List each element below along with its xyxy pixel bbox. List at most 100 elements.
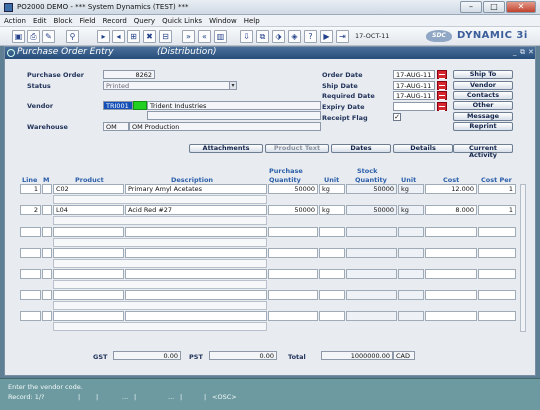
warehouse-label: Warehouse	[27, 123, 68, 131]
contacts-button[interactable]: Contacts	[453, 91, 513, 100]
download-icon[interactable]: ⇩	[240, 30, 253, 43]
form-restore-icon[interactable]: ⧉	[520, 48, 525, 57]
lock-record-icon[interactable]: ⊟	[159, 30, 172, 43]
currency-field[interactable]: CAD	[393, 351, 415, 360]
unit-cell[interactable]: kg	[319, 205, 345, 215]
menu-edit[interactable]: Edit	[29, 15, 50, 25]
m-cell[interactable]	[42, 205, 52, 215]
purchase-order-field[interactable]: 8262	[103, 70, 155, 79]
export-icon[interactable]: ⧉	[256, 30, 269, 43]
menu-action[interactable]: Action	[0, 15, 29, 25]
vendor-address-field[interactable]	[147, 111, 321, 120]
ship-date-input[interactable]: 17-AUG-11	[393, 81, 435, 90]
warehouse-code-field[interactable]: OM	[103, 122, 129, 131]
description-cell[interactable]: Acid Red #27	[125, 205, 267, 215]
gst-field[interactable]: 0.00	[113, 351, 181, 360]
menu-block[interactable]: Block	[50, 15, 76, 25]
dates-button[interactable]: Dates	[331, 144, 391, 153]
product-cell[interactable]: L04	[53, 205, 124, 215]
message-button[interactable]: Message	[453, 112, 513, 121]
exit-icon[interactable]: ⇥	[336, 30, 349, 43]
unit-cell[interactable]: kg	[319, 184, 345, 194]
ship-to-button[interactable]: Ship To	[453, 70, 513, 79]
next-block-icon[interactable]: »	[182, 30, 195, 43]
m-cell[interactable]	[42, 184, 52, 194]
next-record-icon[interactable]: ▸	[97, 30, 110, 43]
current-activity-button[interactable]: Current Activity	[453, 144, 513, 159]
maximize-button[interactable]: □	[483, 1, 505, 13]
order-date-input[interactable]: 17-AUG-11	[393, 70, 435, 79]
stock-qty-cell[interactable]: 50000	[346, 184, 397, 194]
menu-quick-links[interactable]: Quick Links	[158, 15, 205, 25]
previous-record-icon[interactable]: ◂	[112, 30, 125, 43]
menu-field[interactable]: Field	[75, 15, 98, 25]
attach-icon[interactable]: ⬗	[272, 30, 285, 43]
tools-icon[interactable]: ✎	[42, 30, 55, 43]
form-minimize-icon[interactable]: _	[513, 48, 517, 56]
table-row-empty[interactable]	[20, 248, 522, 258]
table-row-empty[interactable]	[20, 311, 522, 321]
enter-query-icon[interactable]: ⚲	[66, 30, 79, 43]
forward-icon[interactable]: ▶	[320, 30, 333, 43]
vendor-button[interactable]: Vendor	[453, 81, 513, 90]
table-row-empty[interactable]	[20, 290, 522, 300]
vendor-code-input[interactable]: TRI001	[103, 101, 133, 110]
expiry-date-label: Expiry Date	[322, 103, 365, 111]
expiry-date-input[interactable]	[393, 102, 435, 111]
table-row-empty[interactable]	[20, 269, 522, 279]
help-icon[interactable]: ?	[304, 30, 317, 43]
form-close-icon[interactable]: ✕	[528, 48, 534, 56]
print-icon[interactable]: ⎙	[27, 30, 40, 43]
product-cell[interactable]: C02	[53, 184, 124, 194]
total-field[interactable]: 1000000.00	[321, 351, 393, 360]
expiry-date-calendar-icon[interactable]	[437, 102, 447, 111]
delete-record-icon[interactable]: ✖	[143, 30, 156, 43]
close-button[interactable]: ✕	[506, 1, 536, 13]
insert-record-icon[interactable]: ⊞	[127, 30, 140, 43]
required-date-calendar-icon[interactable]	[437, 91, 447, 100]
menu-help[interactable]: Help	[240, 15, 263, 25]
vendor-lookup-indicator[interactable]	[133, 101, 147, 110]
clear-block-icon[interactable]: ▥	[214, 30, 227, 43]
receipt-flag-label: Receipt Flag	[322, 114, 368, 122]
purchase-qty-cell[interactable]: 50000	[268, 184, 318, 194]
minimize-button[interactable]: –	[460, 1, 482, 13]
table-row-empty[interactable]	[20, 227, 522, 237]
menu-window[interactable]: Window	[205, 15, 240, 25]
previous-block-icon[interactable]: «	[198, 30, 211, 43]
details-button[interactable]: Details	[393, 144, 453, 153]
table-row[interactable]: 2 L04 Acid Red #27 50000 kg 50000 kg 8.0…	[20, 205, 522, 215]
save-icon[interactable]: ▣	[12, 30, 25, 43]
ship-date-calendar-icon[interactable]	[437, 81, 447, 90]
m-header: M	[43, 176, 50, 184]
other-button[interactable]: Other	[453, 101, 513, 110]
menu-record[interactable]: Record	[99, 15, 130, 25]
pst-field[interactable]: 0.00	[209, 351, 277, 360]
warehouse-name-field[interactable]: OM Production	[129, 122, 321, 131]
required-date-input[interactable]: 17-AUG-11	[393, 91, 435, 100]
description-cell[interactable]: Primary Amyl Acetates	[125, 184, 267, 194]
purchase-qty-cell[interactable]: 50000	[268, 205, 318, 215]
status-select[interactable]: Printed	[103, 81, 231, 90]
cost-per-cell[interactable]: 1	[478, 184, 516, 194]
book-icon[interactable]: ◈	[288, 30, 301, 43]
table-row[interactable]: 1 C02 Primary Amyl Acetates 50000 kg 500…	[20, 184, 522, 194]
record-indicator: Record: 1/?	[8, 393, 45, 401]
cost-cell[interactable]: 12.000	[425, 184, 477, 194]
stock-unit-cell[interactable]: kg	[398, 205, 424, 215]
cost-cell[interactable]: 8.000	[425, 205, 477, 215]
grid-scrollbar[interactable]	[520, 184, 526, 332]
line-cell[interactable]: 2	[20, 205, 41, 215]
menu-query[interactable]: Query	[130, 15, 158, 25]
status-dropdown-icon[interactable]: ▾	[229, 81, 237, 90]
product-text-button[interactable]: Product Text	[265, 144, 329, 153]
receipt-flag-checkbox[interactable]: ✓	[393, 113, 401, 121]
stock-qty-cell[interactable]: 50000	[346, 205, 397, 215]
attachments-button[interactable]: Attachments	[189, 144, 263, 153]
stock-unit-cell[interactable]: kg	[398, 184, 424, 194]
vendor-name-field[interactable]: Trident Industries	[147, 101, 321, 110]
order-date-calendar-icon[interactable]	[437, 70, 447, 79]
reprint-button[interactable]: Reprint	[453, 122, 513, 131]
cost-per-cell[interactable]: 1	[478, 205, 516, 215]
line-cell[interactable]: 1	[20, 184, 41, 194]
